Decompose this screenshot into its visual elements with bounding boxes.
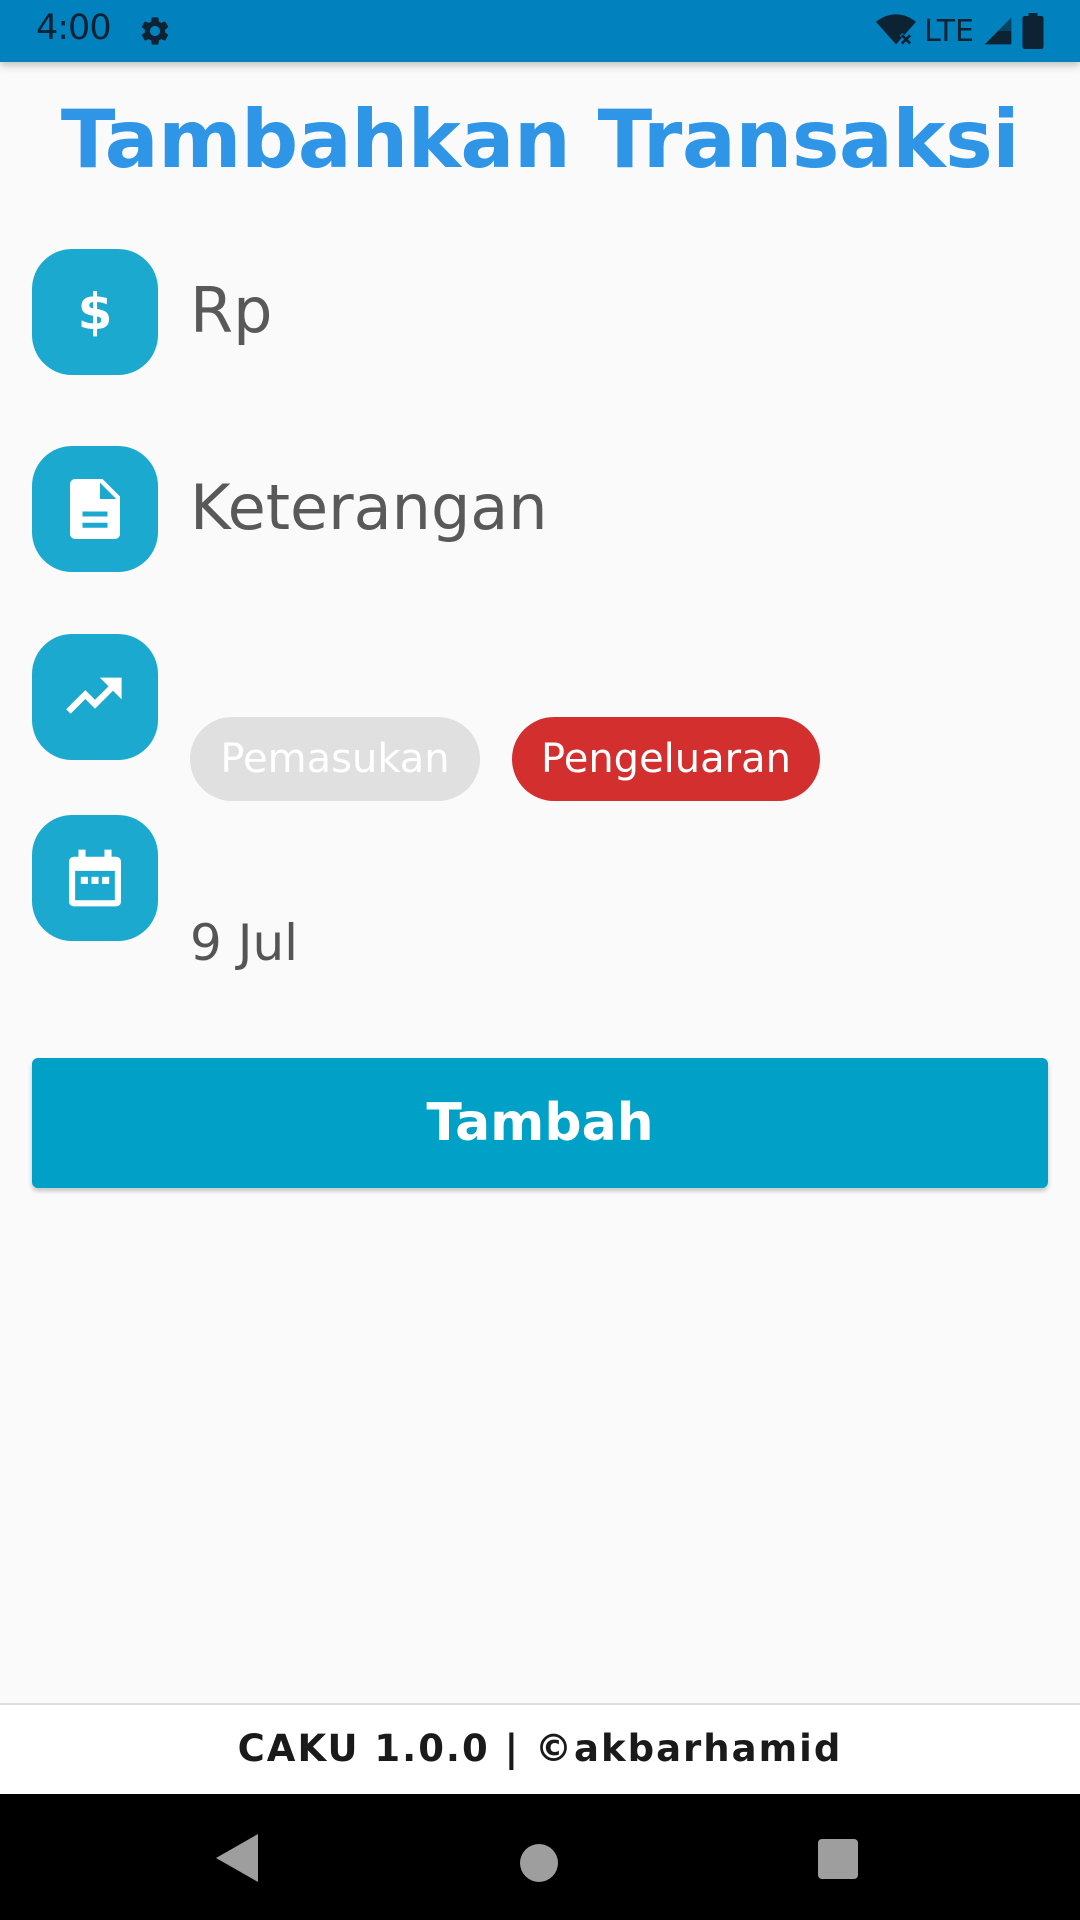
- trending-up-icon: [66, 677, 122, 714]
- status-bar: 4:00 LTE: [0, 0, 1080, 62]
- settings-gear-icon: [141, 17, 169, 45]
- type-icon-tile: [32, 634, 158, 760]
- amount-icon-tile: $: [32, 249, 158, 375]
- expense-chip[interactable]: Pengeluaran: [512, 717, 820, 801]
- home-icon[interactable]: [520, 1844, 558, 1882]
- status-time: 4:00: [36, 8, 112, 48]
- date-value[interactable]: 9 Jul: [190, 908, 298, 978]
- recents-icon[interactable]: [818, 1839, 858, 1879]
- status-icons: LTE: [876, 12, 1046, 50]
- signal-icon: [984, 17, 1012, 45]
- footer: CAKU 1.0.0 | ©akbarhamid: [0, 1703, 1080, 1794]
- page-title: Tambahkan Transaksi: [60, 93, 1020, 186]
- document-icon: [70, 479, 120, 539]
- calendar-icon: [69, 849, 121, 907]
- amount-input[interactable]: Rp: [190, 266, 1050, 356]
- income-chip[interactable]: Pemasukan: [190, 717, 480, 801]
- battery-icon: [1022, 13, 1044, 49]
- description-input[interactable]: Keterangan: [190, 463, 1050, 553]
- network-type: LTE: [924, 13, 974, 49]
- dollar-icon: $: [77, 283, 113, 341]
- navigation-bar: [0, 1794, 1080, 1920]
- wifi-x-icon: [876, 14, 917, 46]
- footer-text: CAKU 1.0.0 | ©akbarhamid: [237, 1727, 843, 1770]
- description-icon-tile: [32, 446, 158, 572]
- date-icon-tile[interactable]: [32, 815, 158, 941]
- back-icon[interactable]: [216, 1834, 258, 1882]
- submit-button[interactable]: Tambah: [32, 1058, 1048, 1188]
